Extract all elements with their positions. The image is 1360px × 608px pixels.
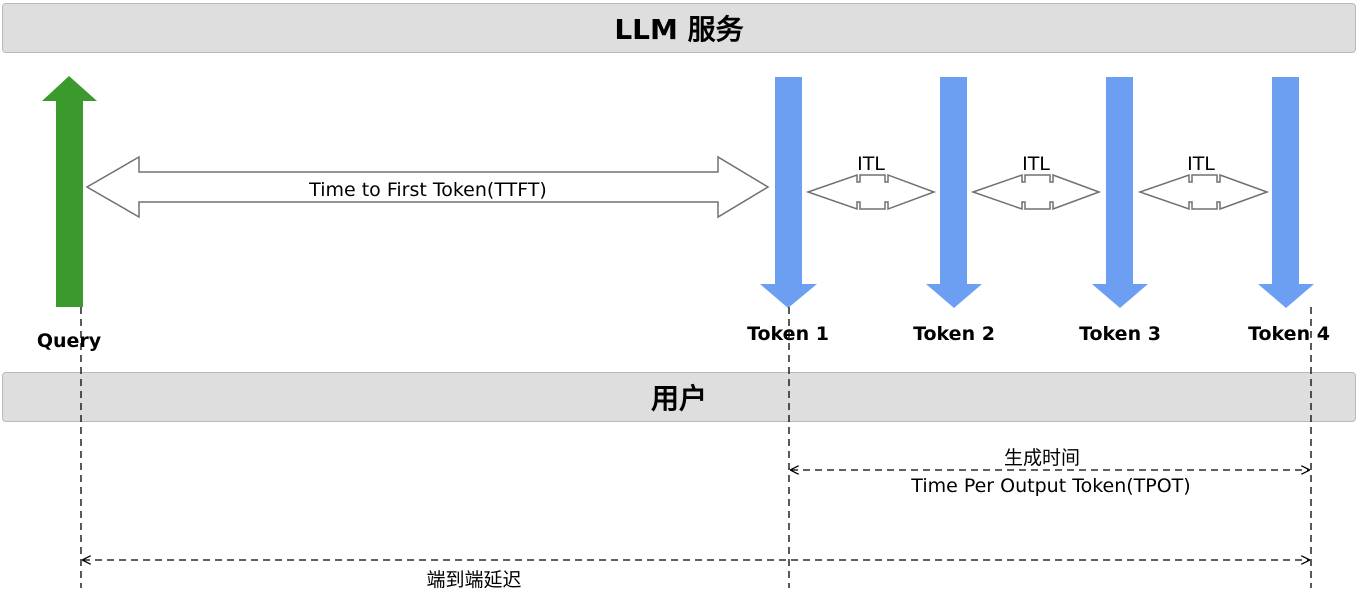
latency-diagram: Time to First Token(TTFT) ITL ITL ITL Qu… (37, 76, 1330, 591)
token-3-label: Token 3 (1079, 323, 1161, 345)
ttft-label: Time to First Token(TTFT) (308, 179, 547, 201)
tpot-label: Time Per Output Token(TPOT) (910, 475, 1190, 497)
itl-1-label: ITL (857, 153, 885, 175)
token-4-label: Token 4 (1248, 323, 1330, 345)
itl-2-double-arrow (970, 173, 1102, 211)
e2e-latency-label: 端到端延迟 (426, 569, 521, 591)
itl-3-label: ITL (1187, 153, 1215, 175)
token-1-label: Token 1 (747, 323, 829, 345)
token-2-label: Token 2 (913, 323, 995, 345)
query-label: Query (37, 330, 102, 352)
itl-3-double-arrow (1137, 173, 1270, 211)
query-arrow (42, 76, 97, 307)
itl-1-double-arrow (805, 173, 937, 211)
itl-2-label: ITL (1022, 153, 1050, 175)
generation-time-label: 生成时间 (1004, 447, 1080, 469)
